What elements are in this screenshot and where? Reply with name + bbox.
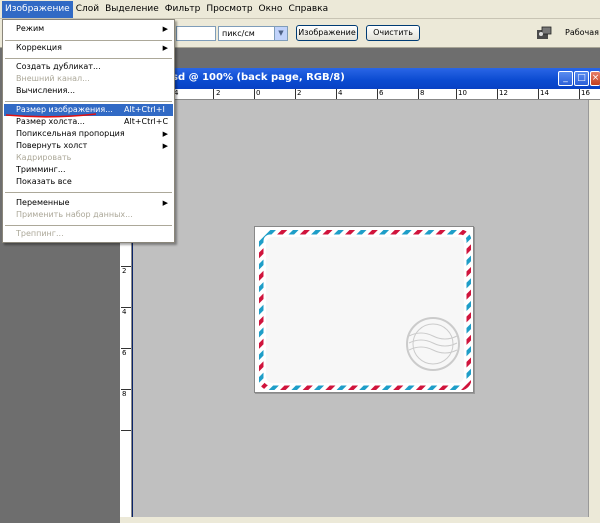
menu-item-adjustments[interactable]: Коррекция ▶ bbox=[4, 42, 173, 54]
menu-shortcut: Alt+Ctrl+I bbox=[124, 105, 165, 114]
resolution-unit-select[interactable]: пикс/см ▼ bbox=[218, 26, 288, 41]
menu-divider bbox=[5, 192, 172, 193]
status-bar bbox=[120, 517, 600, 523]
menu-item-duplicate[interactable]: Создать дубликат... bbox=[4, 61, 173, 73]
ruler-tick bbox=[121, 266, 131, 267]
submenu-arrow-icon: ▶ bbox=[162, 142, 168, 150]
ruler-label: 2 bbox=[216, 89, 221, 97]
envelope-image bbox=[259, 230, 471, 390]
submenu-arrow-icon: ▶ bbox=[162, 199, 168, 207]
menu-view[interactable]: Просмотр bbox=[203, 1, 255, 18]
ruler-tick bbox=[418, 89, 419, 99]
menu-item-label: Попиксельная пропорция bbox=[16, 129, 125, 138]
ruler-label: 12 bbox=[499, 89, 508, 97]
menu-divider bbox=[5, 101, 172, 102]
ruler-tick bbox=[213, 89, 214, 99]
ruler-tick bbox=[336, 89, 337, 99]
workspace-icon[interactable] bbox=[536, 26, 552, 40]
menu-select[interactable]: Выделение bbox=[102, 1, 162, 18]
ruler-label: 8 bbox=[420, 89, 425, 97]
menu-filter[interactable]: Фильтр bbox=[162, 1, 204, 18]
menu-bar: Изображение Слой Выделение Фильтр Просмо… bbox=[0, 0, 600, 19]
submenu-arrow-icon: ▶ bbox=[162, 44, 168, 52]
document-title: sd @ 100% (back page, RGB/8) bbox=[172, 72, 345, 83]
ruler-label: 6 bbox=[379, 89, 384, 97]
maximize-icon[interactable]: □ bbox=[574, 71, 589, 86]
ruler-label: 16 bbox=[581, 89, 590, 97]
submenu-arrow-icon: ▶ bbox=[162, 25, 168, 33]
menu-item-reveal-all[interactable]: Показать все bbox=[4, 176, 173, 188]
ruler-label: 14 bbox=[540, 89, 549, 97]
clear-button[interactable]: Очистить bbox=[366, 25, 420, 41]
menu-item-label: Повернуть холст bbox=[16, 141, 88, 150]
menu-item-pixel-aspect-ratio[interactable]: Попиксельная пропорция ▶ bbox=[4, 128, 173, 140]
menu-item-label: Режим bbox=[16, 24, 45, 33]
menu-help[interactable]: Справка bbox=[285, 1, 331, 18]
menu-divider bbox=[5, 58, 172, 59]
front-image-button[interactable]: Изображение bbox=[296, 25, 358, 41]
chevron-down-icon[interactable]: ▼ bbox=[274, 27, 287, 40]
menu-item-trap[interactable]: Треппинг... bbox=[4, 228, 173, 240]
ruler-label: 2 bbox=[122, 267, 127, 275]
ruler-label: 10 bbox=[458, 89, 467, 97]
minimize-icon[interactable]: _ bbox=[558, 71, 573, 86]
ruler-tick bbox=[254, 89, 255, 99]
ruler-tick bbox=[295, 89, 296, 99]
ruler-tick bbox=[538, 89, 539, 99]
submenu-arrow-icon: ▶ bbox=[162, 130, 168, 138]
document-titlebar[interactable]: sd @ 100% (back page, RGB/8) _ □ × bbox=[120, 68, 600, 89]
workspace-label[interactable]: Рабочая с bbox=[565, 28, 600, 37]
resolution-unit-value: пикс/см bbox=[222, 29, 255, 38]
ruler-label: 2 bbox=[297, 89, 302, 97]
menu-item-calculations[interactable]: Вычисления... bbox=[4, 85, 173, 97]
menu-item-label: Переменные bbox=[16, 198, 70, 207]
menu-item-variables[interactable]: Переменные ▶ bbox=[4, 197, 173, 209]
menu-item-apply-image[interactable]: Внешний канал... bbox=[4, 73, 173, 85]
menu-layer[interactable]: Слой bbox=[73, 1, 102, 18]
ruler-tick bbox=[377, 89, 378, 99]
ruler-label: 4 bbox=[122, 308, 127, 316]
ruler-horizontal: 4 2 0 2 4 6 8 10 12 14 16 bbox=[132, 89, 600, 100]
ruler-label: 6 bbox=[122, 349, 127, 357]
resolution-input[interactable] bbox=[176, 26, 216, 41]
ruler-tick bbox=[121, 307, 131, 308]
menu-item-rotate-canvas[interactable]: Повернуть холст ▶ bbox=[4, 140, 173, 152]
menu-item-mode[interactable]: Режим ▶ bbox=[4, 23, 173, 35]
ruler-tick bbox=[579, 89, 580, 99]
menu-item-crop[interactable]: Кадрировать bbox=[4, 152, 173, 164]
ruler-tick bbox=[121, 348, 131, 349]
ruler-label: 4 bbox=[338, 89, 343, 97]
menu-image[interactable]: Изображение bbox=[2, 0, 73, 18]
menu-item-label: Размер холста... bbox=[16, 117, 85, 126]
menu-divider bbox=[5, 225, 172, 226]
ruler-tick bbox=[497, 89, 498, 99]
menu-shortcut: Alt+Ctrl+C bbox=[124, 117, 169, 126]
ruler-label: 0 bbox=[256, 89, 261, 97]
ruler-label: 8 bbox=[122, 390, 127, 398]
ruler-tick bbox=[456, 89, 457, 99]
menu-item-trim[interactable]: Тримминг... bbox=[4, 164, 173, 176]
menu-divider bbox=[5, 40, 172, 41]
ruler-tick bbox=[121, 389, 131, 390]
menu-item-apply-data-set[interactable]: Применить набор данных... bbox=[4, 209, 173, 221]
menu-item-label: Коррекция bbox=[16, 43, 62, 52]
close-icon[interactable]: × bbox=[590, 71, 600, 86]
menu-window[interactable]: Окно bbox=[256, 1, 286, 18]
image-menu-dropdown: Режим ▶ Коррекция ▶ Создать дубликат... Вн… bbox=[2, 19, 175, 243]
annotation-underline bbox=[6, 113, 96, 118]
ruler-tick bbox=[121, 430, 131, 431]
vertical-scrollbar[interactable] bbox=[588, 100, 600, 523]
